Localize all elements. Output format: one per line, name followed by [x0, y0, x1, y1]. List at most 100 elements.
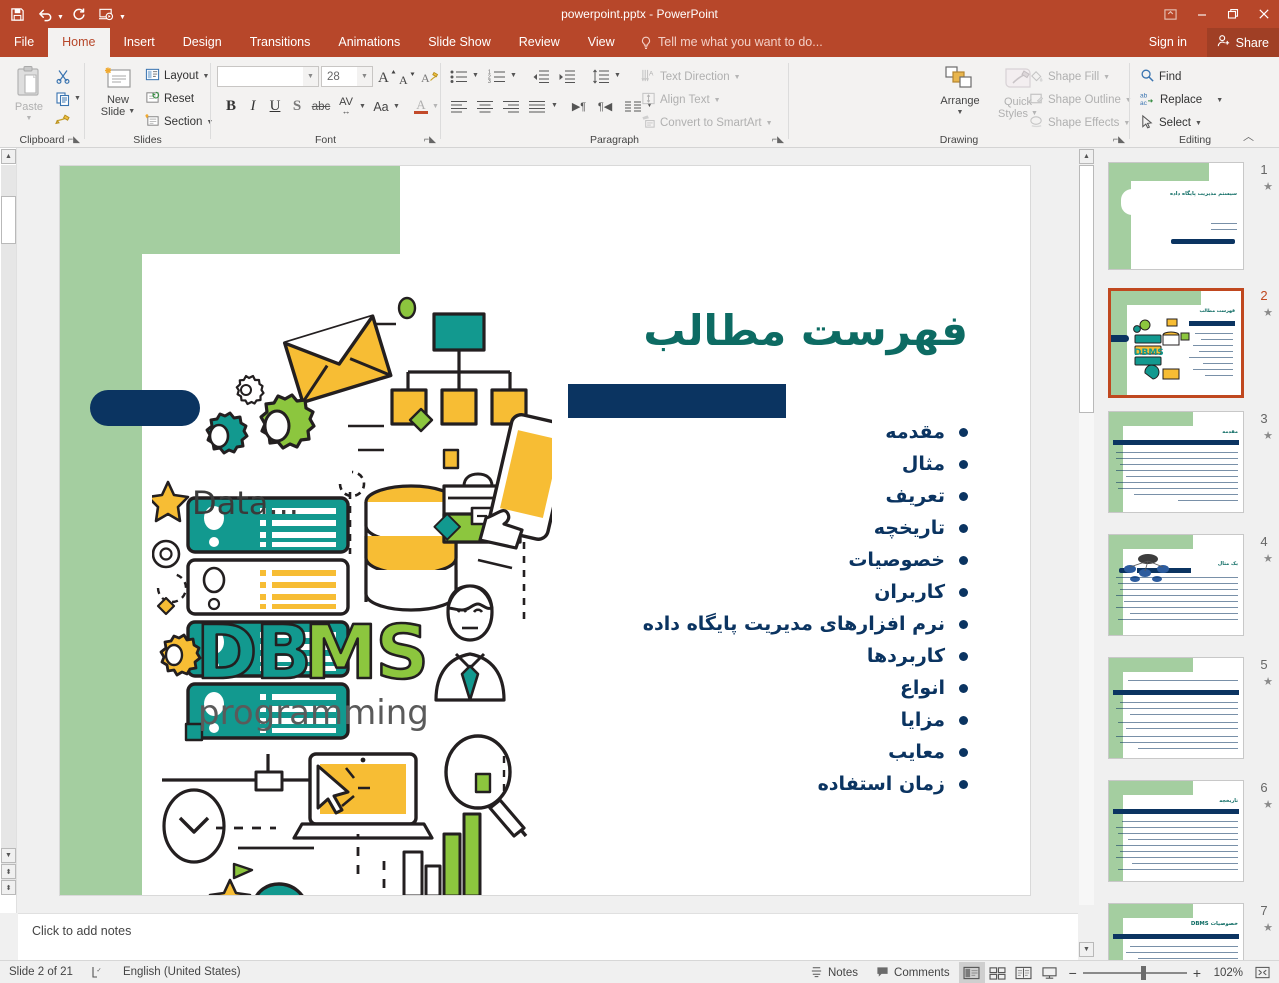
list-item[interactable]: مثال	[548, 448, 968, 480]
slide-thumbnail-2[interactable]: فهرست مطالب DBMS	[1108, 288, 1244, 398]
arrange-button[interactable]: Arrange ▼	[931, 65, 989, 119]
change-case-button[interactable]: Aa	[369, 98, 393, 116]
layout-button[interactable]: Layout ▼	[145, 67, 209, 85]
ribbon-display-options-icon[interactable]	[1155, 0, 1186, 28]
animation-star-icon[interactable]: ★	[1263, 798, 1273, 811]
list-item[interactable]: زمان استفاده	[548, 768, 968, 800]
list-item[interactable]: کاربردها	[548, 640, 968, 672]
left-scroll-thumb[interactable]	[1, 196, 16, 244]
font-size-input[interactable]: 28 ▼	[321, 66, 373, 87]
share-button[interactable]: Share	[1206, 28, 1279, 57]
list-item[interactable]: نرم افزارهای مدیریت پایگاه داده	[548, 608, 968, 640]
convert-to-smartart-button[interactable]: Convert to SmartArt ▼	[641, 114, 773, 132]
font-size-dropdown-icon[interactable]: ▼	[357, 67, 372, 86]
tab-transitions[interactable]: Transitions	[236, 28, 325, 57]
left-scroll-next-slide-icon[interactable]: ⬍	[1, 880, 16, 895]
align-text-button[interactable]: Align Text ▼	[641, 91, 721, 109]
clipboard-dialog-launcher[interactable]: ⌐◣	[68, 134, 80, 145]
tab-review[interactable]: Review	[505, 28, 574, 57]
slide-thumbnail-3[interactable]: مقدمه	[1108, 411, 1244, 513]
align-text-dropdown-icon[interactable]: ▼	[714, 97, 721, 104]
list-item[interactable]: انواع	[548, 672, 968, 704]
decrease-indent-icon[interactable]	[529, 66, 553, 86]
format-painter-icon[interactable]	[52, 109, 74, 129]
ltr-text-direction-icon[interactable]: ▶¶	[567, 96, 591, 116]
close-icon[interactable]	[1248, 0, 1279, 28]
increase-indent-icon[interactable]	[555, 66, 579, 86]
list-item[interactable]: مزایا	[548, 704, 968, 736]
shape-fill-button[interactable]: Shape Fill ▼	[1029, 68, 1110, 86]
slide-show-icon[interactable]	[1037, 962, 1063, 983]
zoom-out-button[interactable]: −	[1069, 965, 1077, 981]
character-spacing-button[interactable]: AV ↔	[333, 95, 359, 117]
collapse-ribbon-icon[interactable]: ︿	[1243, 128, 1254, 144]
align-right-icon[interactable]	[499, 96, 523, 116]
find-button[interactable]: Find	[1140, 68, 1181, 86]
zoom-thumb[interactable]	[1140, 965, 1146, 980]
stage-scroll-down-icon[interactable]: ▼	[1079, 942, 1094, 957]
list-item[interactable]: کاربران	[548, 576, 968, 608]
bold-button[interactable]: B	[221, 96, 241, 116]
shape-effects-button[interactable]: Shape Effects ▼	[1029, 114, 1130, 132]
zoom-slider[interactable]: − +	[1063, 965, 1207, 981]
tab-slide-show[interactable]: Slide Show	[414, 28, 505, 57]
left-scroll-up-icon[interactable]: ▲	[1, 149, 16, 164]
numbering-icon[interactable]: 123	[485, 66, 509, 86]
layout-dropdown-icon[interactable]: ▼	[203, 73, 210, 80]
strikethrough-button[interactable]: abc	[309, 98, 333, 116]
zoom-track[interactable]	[1082, 965, 1187, 980]
underline-button[interactable]: U	[265, 96, 285, 116]
slide-thumbnail-5[interactable]	[1108, 657, 1244, 759]
reset-button[interactable]: Reset	[145, 90, 194, 108]
slide-thumbnail-1[interactable]: سیستم مدیریت پایگاه داده	[1108, 162, 1244, 270]
left-scroll-track[interactable]	[1, 165, 16, 893]
change-case-dropdown-icon[interactable]: ▼	[393, 103, 400, 110]
comments-button[interactable]: Comments	[867, 961, 959, 983]
text-direction-dropdown-icon[interactable]: ▼	[734, 74, 741, 81]
character-spacing-dropdown-icon[interactable]: ▼	[359, 103, 366, 110]
font-name-input[interactable]: ▼	[217, 66, 319, 87]
font-name-dropdown-icon[interactable]: ▼	[303, 67, 318, 86]
animation-star-icon[interactable]: ★	[1263, 306, 1273, 319]
align-left-icon[interactable]	[447, 96, 471, 116]
slide-stage-scrollbar[interactable]: ▲ ▼	[1078, 148, 1095, 960]
slide-thumbnail-4[interactable]: یک مثال	[1108, 534, 1244, 636]
italic-button[interactable]: I	[243, 96, 263, 116]
tell-me-box[interactable]: Tell me what you want to do...	[640, 28, 823, 57]
tab-home[interactable]: Home	[48, 28, 110, 57]
tab-animations[interactable]: Animations	[324, 28, 414, 57]
smartart-dropdown-icon[interactable]: ▼	[766, 120, 773, 127]
animation-star-icon[interactable]: ★	[1263, 675, 1273, 688]
numbering-dropdown-icon[interactable]: ▼	[510, 72, 517, 79]
paragraph-dialog-launcher[interactable]: ⌐◣	[772, 134, 784, 145]
slide-thumbnail-7[interactable]: خصوصیات DBMS	[1108, 903, 1244, 960]
sign-in-button[interactable]: Sign in	[1143, 28, 1193, 57]
tab-file[interactable]: File	[0, 28, 48, 57]
paste-dropdown-icon[interactable]: ▼	[26, 113, 33, 125]
slide-toc-list[interactable]: مقدمه مثال تعریف تاریخچه خصوصیات کاربران…	[548, 416, 968, 800]
text-shadow-button[interactable]: S	[287, 96, 307, 116]
stage-scroll-thumb[interactable]	[1079, 165, 1094, 413]
animation-star-icon[interactable]: ★	[1263, 180, 1273, 193]
replace-dropdown-icon[interactable]: ▼	[1216, 97, 1223, 104]
increase-font-size-icon[interactable]: A	[376, 65, 398, 87]
list-item[interactable]: تاریخچه	[548, 512, 968, 544]
language-indicator[interactable]: English (United States)	[114, 961, 250, 983]
zoom-in-button[interactable]: +	[1193, 965, 1201, 981]
slide-title[interactable]: فهرست مطالب	[643, 306, 968, 355]
line-spacing-icon[interactable]	[589, 66, 613, 86]
font-dialog-launcher[interactable]: ⌐◣	[424, 134, 436, 145]
list-item[interactable]: تعریف	[548, 480, 968, 512]
list-item[interactable]: مقدمه	[548, 416, 968, 448]
copy-dropdown-icon[interactable]: ▼	[74, 95, 81, 102]
paste-button[interactable]: Paste ▼	[6, 65, 52, 125]
normal-view-icon[interactable]	[958, 962, 985, 983]
copy-icon[interactable]	[52, 89, 74, 109]
bullets-icon[interactable]	[447, 66, 471, 86]
bullets-dropdown-icon[interactable]: ▼	[472, 72, 479, 79]
restore-icon[interactable]	[1217, 0, 1248, 28]
spell-check-icon[interactable]: ✓	[82, 961, 114, 983]
new-slide-button[interactable]: New Slide ▼	[93, 65, 143, 118]
left-scroll-prev-slide-icon[interactable]: ⬍	[1, 864, 16, 879]
justify-icon[interactable]	[525, 96, 549, 116]
